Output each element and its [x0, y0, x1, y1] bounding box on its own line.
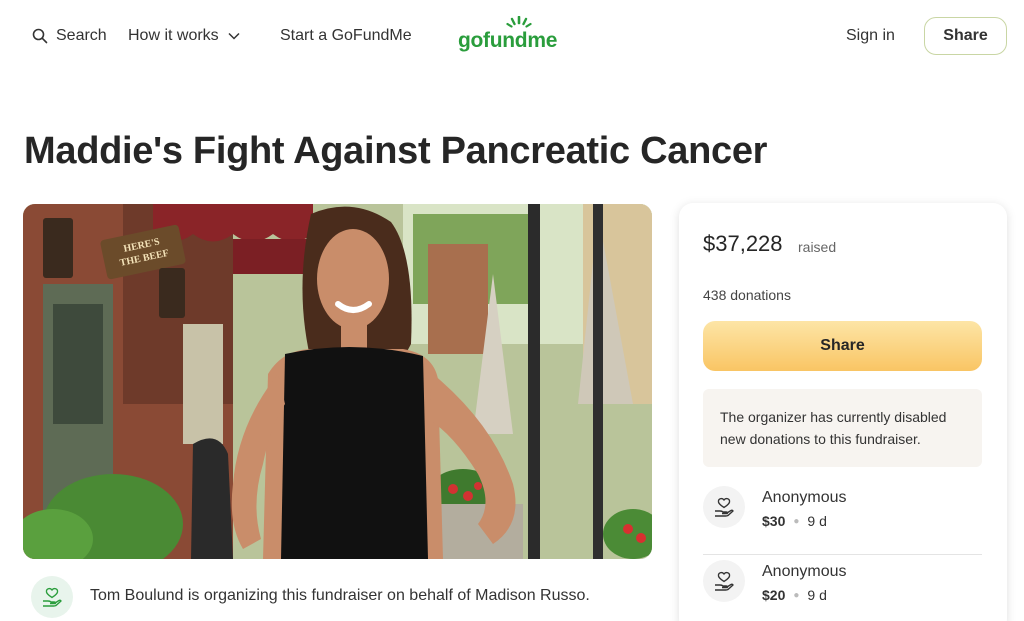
organizer-description: Tom Boulund is organizing this fundraise…: [90, 587, 590, 604]
chevron-down-icon: [227, 29, 241, 43]
heart-hand-icon: [715, 571, 734, 591]
notice-line-1: The organizer has currently disabled: [720, 409, 947, 425]
donor-amount: $20: [762, 587, 786, 603]
donor-row: Anonymous $20 ● 9 d: [703, 555, 982, 621]
page-title: Maddie's Fight Against Pancreatic Cancer: [24, 130, 768, 172]
heart-hand-icon: [43, 587, 62, 607]
donation-card: $37,228 raised 438 donations Share The o…: [679, 203, 1007, 621]
donor-meta: $20 ● 9 d: [762, 587, 827, 603]
donations-disabled-notice: The organizer has currently disabled new…: [703, 389, 982, 467]
donor-time: 9 d: [807, 513, 827, 529]
gofundme-logo[interactable]: gofundme: [458, 16, 578, 56]
raised-amount: $37,228: [703, 231, 783, 256]
how-it-works-menu[interactable]: How it works: [128, 24, 241, 48]
donation-count: 438 donations: [703, 287, 791, 303]
logo-text: gofundme: [458, 29, 558, 52]
donor-avatar: [703, 486, 745, 528]
donor-time: 9 d: [807, 587, 827, 603]
header-share-button[interactable]: Share: [924, 17, 1007, 55]
start-gofundme-link[interactable]: Start a GoFundMe: [280, 24, 412, 48]
search-label: Search: [56, 27, 107, 44]
donor-name: Anonymous: [762, 563, 847, 580]
separator-dot: ●: [793, 589, 800, 601]
top-navigation: Search How it works Start a GoFundMe gof…: [0, 0, 1024, 72]
donor-row: Anonymous $30 ● 9 d: [703, 481, 982, 555]
organizer-avatar: [31, 576, 73, 618]
how-it-works-label: How it works: [128, 27, 219, 44]
campaign-photo: HERE'S THE BEEF: [23, 204, 652, 559]
notice-line-2: new donations to this fundraiser.: [720, 431, 921, 447]
gofundme-logo-icon: [506, 16, 532, 28]
start-gofundme-label: Start a GoFundMe: [280, 27, 412, 44]
separator-dot: ●: [793, 515, 800, 527]
donor-avatar: [703, 560, 745, 602]
donor-meta: $30 ● 9 d: [762, 513, 827, 529]
sign-in-link[interactable]: Sign in: [846, 24, 895, 48]
search-icon: [32, 28, 48, 44]
search-link[interactable]: Search: [32, 24, 107, 48]
heart-hand-icon: [715, 497, 734, 517]
share-button[interactable]: Share: [703, 321, 982, 371]
raised-label: raised: [798, 239, 837, 255]
donor-amount: $30: [762, 513, 786, 529]
donor-name: Anonymous: [762, 489, 847, 506]
